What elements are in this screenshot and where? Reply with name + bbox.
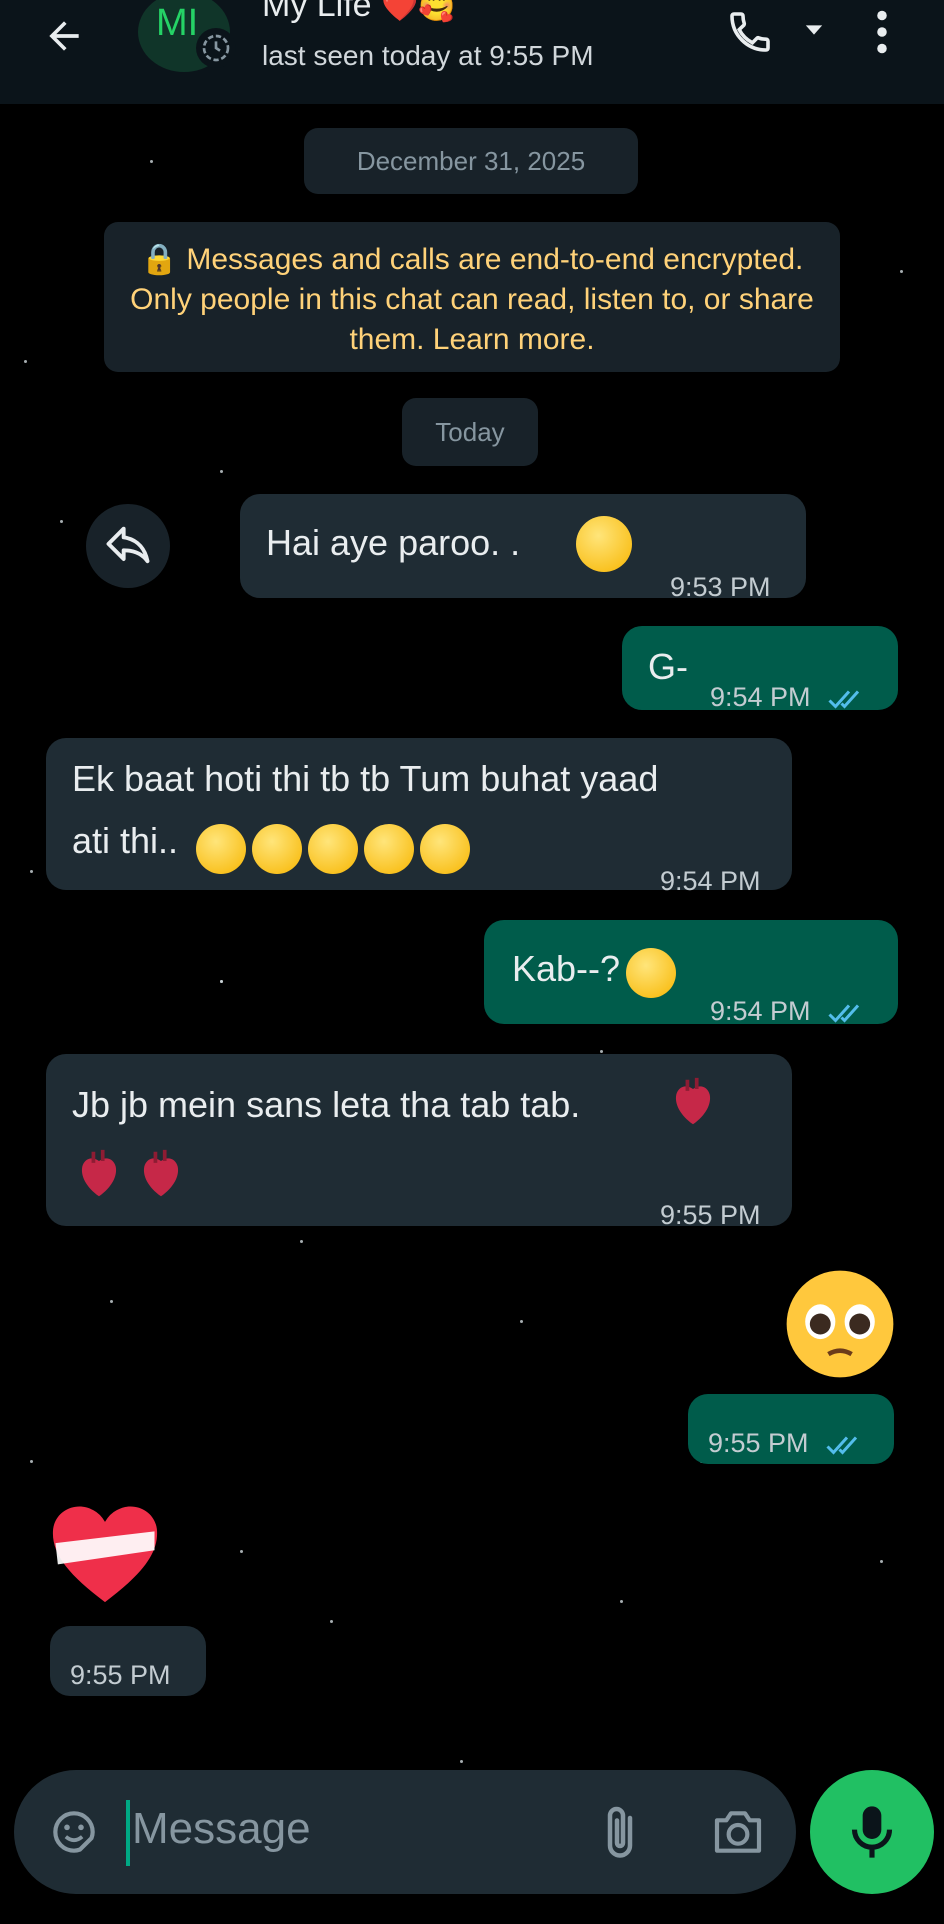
anatomical-heart-emoji (143, 1149, 179, 1197)
text-caret (126, 1800, 130, 1866)
avatar[interactable]: MI (138, 0, 236, 72)
attach-icon (607, 1806, 633, 1858)
mic-icon (851, 1806, 893, 1858)
message-text: G- (648, 646, 688, 687)
double-check-icon (826, 1436, 858, 1455)
teary-face-emoji (576, 516, 632, 572)
message-time: 9:53 PM (670, 572, 771, 602)
avatar-initials: MI (156, 2, 199, 44)
message-time-text: 9:55 PM (708, 1428, 809, 1458)
reply-icon (106, 526, 150, 564)
message-input[interactable]: Message (132, 1804, 311, 1854)
message-text: Kab--? (512, 948, 621, 989)
date-chip: December 31, 2025 (304, 128, 638, 194)
pensive-face-emoji (420, 824, 470, 875)
call-options-dropdown[interactable] (796, 12, 832, 48)
phone-icon (730, 12, 770, 52)
mending-heart-emoji (52, 1506, 158, 1603)
frowning-face-emoji (308, 824, 358, 875)
anatomical-heart-emoji (81, 1149, 117, 1197)
message-bubble-incoming[interactable]: 9:55 PM (50, 1626, 206, 1696)
large-emoji-message[interactable] (782, 1266, 898, 1382)
camera-icon (714, 1811, 762, 1853)
double-check-icon (828, 690, 860, 709)
flushed-face-emoji (196, 824, 246, 875)
large-emoji-message[interactable] (46, 1496, 164, 1608)
more-vert-icon (877, 10, 887, 54)
eye-roll-emoji (626, 948, 676, 998)
message-time: 9:54 PM (710, 980, 870, 1042)
message-time: 9:54 PM (660, 866, 761, 896)
back-button[interactable] (36, 8, 92, 64)
message-composer: Message (14, 1770, 796, 1894)
back-arrow-icon (49, 21, 79, 51)
pleading-face-emoji (786, 1270, 894, 1378)
status-ring-icon (196, 28, 236, 68)
last-seen-status: last seen today at 9:55 PM (262, 40, 594, 71)
message-time: 9:55 PM (660, 1200, 761, 1230)
message-text-line2: ati thi.. (72, 820, 179, 861)
voice-record-button[interactable] (810, 1770, 934, 1894)
message-time: 9:54 PM (710, 666, 870, 728)
contact-name-emoji: ❤️🥰 (381, 0, 456, 23)
message-bubble-incoming[interactable]: Ek baat hoti thi tb tb Tum buhat yaad at… (46, 738, 792, 896)
reply-button[interactable] (86, 504, 170, 588)
sticker-icon (53, 1811, 95, 1853)
chevron-down-icon (805, 25, 823, 35)
anatomical-heart-emoji (675, 1077, 711, 1125)
emoji-row (196, 816, 476, 878)
contact-name-text: My Life (262, 0, 372, 24)
message-time-text: 9:54 PM (710, 996, 811, 1026)
pensive-face-emoji (364, 824, 414, 875)
message-time-text: 9:54 PM (710, 682, 811, 712)
double-check-icon (828, 1004, 860, 1023)
message-bubble-outgoing[interactable]: G- 9:54 PM (622, 626, 898, 712)
encryption-notice[interactable]: 🔒 Messages and calls are end-to-end encr… (104, 222, 840, 372)
message-bubble-incoming[interactable]: Jb jb mein sans leta tha tab tab. 9:55 P… (46, 1054, 792, 1230)
more-options-button[interactable] (862, 4, 902, 60)
message-bubble-outgoing[interactable]: Kab--? 9:54 PM (484, 920, 898, 1026)
message-text: Hai aye paroo. . (266, 522, 521, 563)
attach-button[interactable] (588, 1798, 652, 1868)
camera-button[interactable] (706, 1800, 770, 1864)
date-chip-today: Today (402, 398, 538, 466)
voice-call-button[interactable] (720, 2, 780, 62)
message-text: Jb jb mein sans leta tha tab tab. (72, 1084, 581, 1125)
contact-name[interactable]: My Life ❤️🥰 (262, 0, 456, 25)
sticker-button[interactable] (42, 1800, 106, 1864)
message-time: 9:55 PM (70, 1660, 171, 1690)
chat-header: MI My Life ❤️🥰 last seen today at 9:55 P… (0, 0, 944, 104)
message-bubble-incoming[interactable]: Hai aye paroo. . 9:53 PM (240, 494, 806, 602)
message-time: 9:55 PM (708, 1412, 868, 1474)
message-bubble-outgoing[interactable]: 9:55 PM (688, 1394, 894, 1464)
expressionless-face-emoji (252, 824, 302, 875)
message-text-line1: Ek baat hoti thi tb tb Tum buhat yaad (72, 758, 659, 799)
